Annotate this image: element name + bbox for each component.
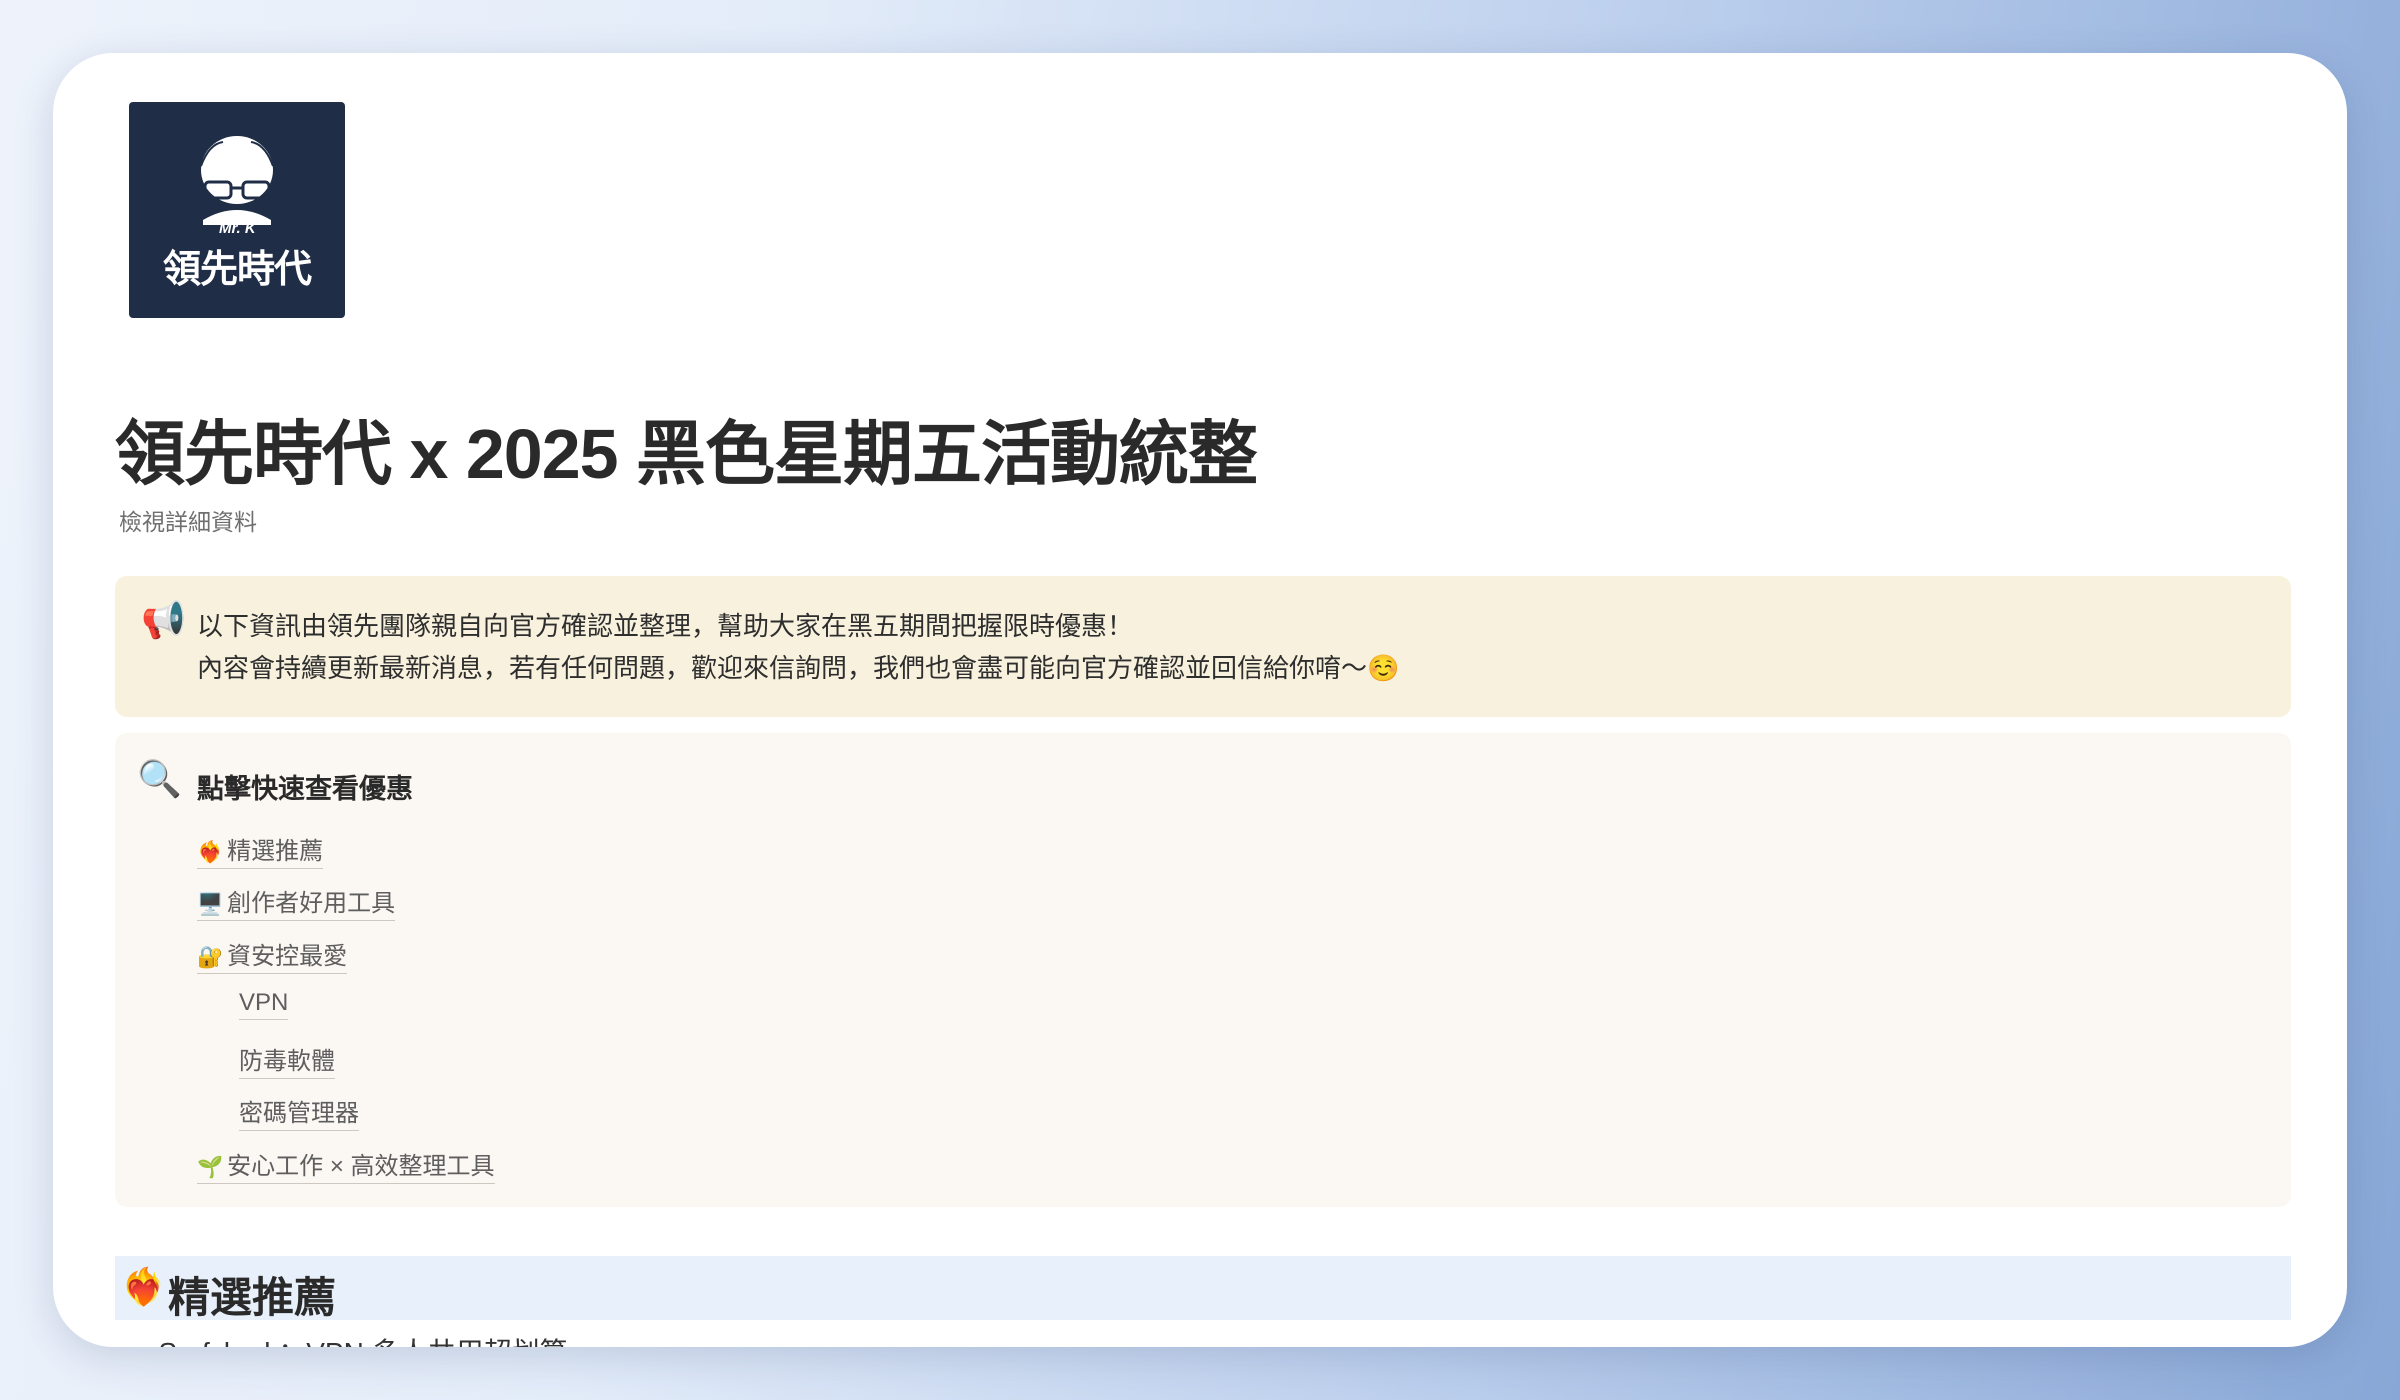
- toc-link-vpn[interactable]: VPN: [239, 989, 289, 1020]
- toc-link-label: 密碼管理器: [239, 1100, 359, 1127]
- toc-link-featured[interactable]: ❤️‍🔥 精選推薦: [197, 831, 324, 869]
- magnifier-icon: 🔍: [137, 758, 182, 799]
- toc-link-label: 安心工作 × 高效整理工具: [227, 1153, 495, 1180]
- toc-callout: 🔍 點擊快速查看優惠 ❤️‍🔥 精選推薦 🖥️ 創作者好用工具 🔐 資安控最愛 VPN…: [115, 733, 2291, 1207]
- toc-link-label: 資安控最愛: [227, 943, 348, 970]
- toggle-item-surfshark[interactable]: ▶ Surfshark：VPN 多人共用超划算: [125, 1331, 568, 1347]
- toc-link-label: VPN: [239, 989, 289, 1016]
- brand-logo: Mr. K 領先時代: [129, 102, 345, 318]
- toc-heading: 點擊快速查看優惠: [197, 774, 413, 804]
- toggle-item-label: Surfshark：VPN 多人共用超划算: [158, 1337, 567, 1347]
- notice-line-2: 內容會持續更新最新消息，若有任何問題，歡迎來信詢問，我們也會盡可能向官方確認並回…: [197, 653, 1400, 683]
- toggle-triangle-icon[interactable]: ▶: [125, 1345, 140, 1347]
- toc-link-label: 精選推薦: [227, 838, 324, 865]
- logo-brand-text: 領先時代: [162, 249, 312, 291]
- lock-key-icon: 🔐: [197, 946, 224, 969]
- toc-link-label: 創作者好用工具: [227, 890, 396, 917]
- notice-line-1: 以下資訊由領先團隊親自向官方確認並整理，幫助大家在黑五期間把握限時優惠！: [197, 611, 1134, 641]
- notice-callout: 📢 以下資訊由領先團隊親自向官方確認並整理，幫助大家在黑五期間把握限時優惠！ 內…: [115, 576, 2291, 717]
- mascot-icon: [200, 136, 274, 225]
- toc-link-productivity[interactable]: 🌱 安心工作 × 高效整理工具: [197, 1146, 495, 1184]
- view-details-link[interactable]: 檢視詳細資料: [119, 503, 257, 537]
- toc-link-password-manager[interactable]: 密碼管理器: [239, 1093, 359, 1131]
- monitor-icon: 🖥️: [197, 893, 224, 916]
- logo-small-text: Mr. K: [219, 220, 256, 237]
- seedling-icon: 🌱: [197, 1156, 224, 1179]
- toc-link-security[interactable]: 🔐 資安控最愛: [197, 936, 348, 974]
- megaphone-icon: 📢: [141, 599, 186, 640]
- toc-link-creator-tools[interactable]: 🖥️ 創作者好用工具: [197, 883, 396, 921]
- heart-fire-icon: ❤️‍🔥: [197, 841, 224, 864]
- toc-link-antivirus[interactable]: 防毒軟體: [239, 1041, 335, 1079]
- page-card: Mr. K 領先時代 領先時代 x 2025 黑色星期五活動統整 檢視詳細資料 …: [53, 53, 2347, 1347]
- section-title: 精選推薦: [168, 1274, 337, 1321]
- page-title: 領先時代 x 2025 黑色星期五活動統整: [115, 415, 1258, 493]
- section-featured-header: ❤️‍🔥 精選推薦: [115, 1256, 2291, 1321]
- toc-link-label: 防毒軟體: [239, 1048, 335, 1075]
- heart-fire-icon: ❤️‍🔥: [121, 1266, 166, 1307]
